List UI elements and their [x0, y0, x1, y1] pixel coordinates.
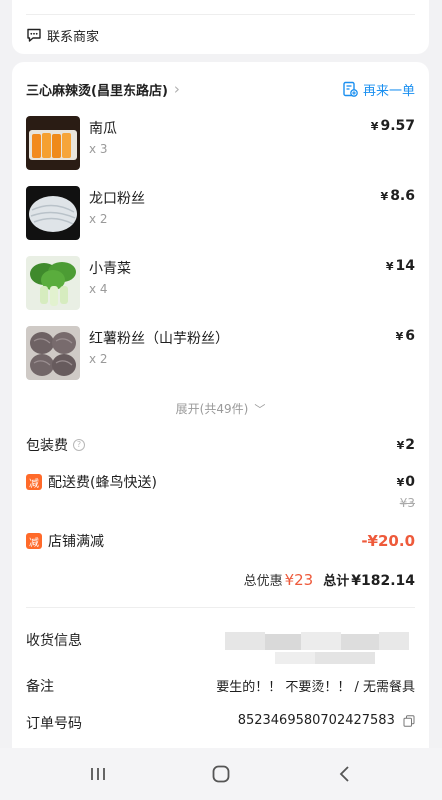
order-number-label: 订单号码 — [26, 716, 82, 732]
item-price: ¥14 — [385, 258, 415, 274]
item-image-pumpkin — [26, 116, 80, 170]
item-price: ¥8.6 — [380, 188, 415, 204]
total-value: ¥182.14 — [351, 573, 415, 589]
delivery-fee-label: 配送费(蜂鸟快送) — [48, 475, 157, 491]
expand-items-button[interactable]: 展开(共49件) ﹀ — [12, 400, 429, 417]
total-discount-value: ¥23 — [284, 571, 314, 589]
expand-label: 展开(共49件) — [175, 402, 249, 416]
system-navigation-bar — [0, 748, 442, 800]
order-item[interactable]: 红薯粉丝（山芋粉丝） x 2 ¥6 — [26, 326, 415, 382]
recent-apps-button[interactable] — [83, 762, 113, 786]
reorder-label: 再来一单 — [362, 83, 415, 99]
item-quantity: x 2 — [89, 212, 108, 226]
note-value: 要生的！！ 不要烫！！ / 无需餐具 — [216, 680, 415, 695]
chat-bubble-icon — [27, 28, 41, 42]
item-quantity: x 4 — [89, 282, 108, 296]
item-price: ¥6 — [395, 328, 415, 344]
home-icon — [212, 765, 230, 783]
delivery-fee-amount: ¥0 — [396, 474, 415, 490]
order-item[interactable]: 龙口粉丝 x 2 ¥8.6 — [26, 186, 415, 242]
shop-discount-row: 减 店铺满减 -¥20.0 — [26, 530, 415, 552]
total-label: 总计 — [323, 574, 350, 589]
item-quantity: x 3 — [89, 142, 108, 156]
shop-discount-amount: -¥20.0 — [361, 532, 415, 550]
reorder-icon — [343, 81, 358, 97]
item-image-vermicelli — [26, 186, 80, 240]
chevron-right-icon: › — [173, 80, 180, 98]
delivery-fee-row: 减 配送费(蜂鸟快送) ¥0 — [26, 471, 415, 493]
discount-badge-icon: 减 — [26, 533, 42, 549]
home-button[interactable] — [206, 762, 236, 786]
note-label: 备注 — [26, 679, 54, 695]
packaging-fee-label: 包装费 — [26, 438, 68, 454]
item-image-sweet-potato-noodles — [26, 326, 80, 380]
back-icon — [339, 766, 349, 782]
shop-header: 三心麻辣烫(昌里东路店) › 再来一单 — [26, 78, 415, 100]
item-price: ¥9.57 — [370, 118, 415, 134]
delivery-fee-original: ¥3 — [399, 496, 415, 510]
note-row: 备注 要生的！！ 不要烫！！ / 无需餐具 — [26, 676, 415, 698]
order-card: 三心麻辣烫(昌里东路店) › 再来一单 南瓜 x 3 ¥ 9.57 龙口粉丝 x… — [12, 62, 429, 762]
shop-name-link[interactable]: 三心麻辣烫(昌里东路店) › — [26, 80, 180, 99]
recent-apps-icon — [91, 768, 105, 780]
divider — [26, 607, 415, 608]
copy-icon[interactable] — [403, 714, 415, 727]
back-button[interactable] — [330, 762, 360, 786]
address-redacted — [215, 628, 415, 666]
packaging-fee-amount: ¥2 — [396, 437, 415, 453]
shop-discount-label: 店铺满减 — [48, 534, 104, 550]
address-label: 收货信息 — [26, 633, 82, 649]
shop-name: 三心麻辣烫(昌里东路店) — [26, 83, 168, 99]
item-image-bok-choy — [26, 256, 80, 310]
divider — [26, 14, 415, 15]
packaging-fee-row: 包装费 ? ¥2 — [26, 434, 415, 456]
order-number-row: 订单号码 8523469580702427583 — [26, 713, 415, 735]
item-quantity: x 2 — [89, 352, 108, 366]
item-name: 小青菜 — [89, 261, 131, 277]
reorder-button[interactable]: 再来一单 — [342, 80, 415, 99]
item-name: 南瓜 — [89, 121, 117, 137]
order-item[interactable]: 南瓜 x 3 ¥9.57 — [26, 116, 415, 172]
total-discount-label: 总优惠 — [243, 574, 283, 589]
item-name: 红薯粉丝（山芋粉丝） — [89, 331, 229, 347]
contact-merchant-button[interactable]: 联系商家 — [26, 25, 99, 45]
help-icon[interactable]: ? — [73, 439, 85, 451]
chevron-down-icon: ﹀ — [254, 403, 266, 416]
order-totals: 总优惠 ¥23 总计 ¥182.14 — [244, 570, 415, 589]
order-number-value: 8523469580702427583 — [238, 713, 415, 728]
contact-merchant-label: 联系商家 — [47, 29, 100, 45]
discount-badge-icon: 减 — [26, 474, 42, 490]
order-item[interactable]: 小青菜 x 4 ¥14 — [26, 256, 415, 312]
item-name: 龙口粉丝 — [89, 191, 145, 207]
previous-section-card: 联系商家 — [12, 0, 429, 54]
